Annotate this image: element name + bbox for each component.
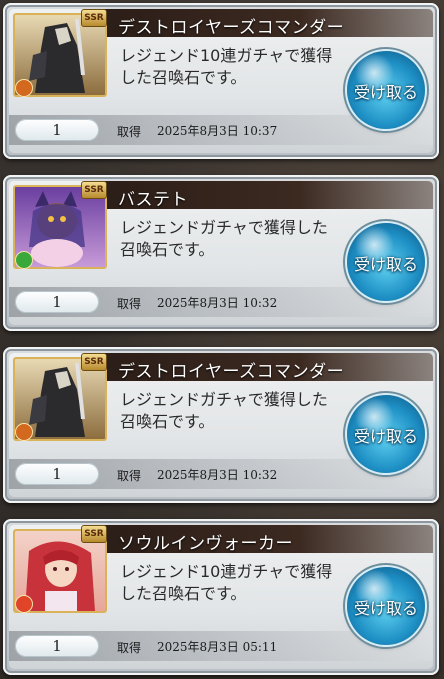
summon-name: デストロイヤーズコマンダー xyxy=(118,18,345,38)
summon-name: ソウルインヴォーカー xyxy=(118,534,293,554)
summon-card: SSR ソウルインヴォーカー レジェンド10連ガチャで獲得した召喚石です。 1 … xyxy=(3,519,439,675)
receive-button-label: 受け取る xyxy=(353,255,418,274)
receive-button-label: 受け取る xyxy=(353,427,418,446)
rarity-badge: SSR xyxy=(81,525,107,543)
rarity-badge: SSR xyxy=(81,181,107,199)
summon-description: レジェンドガチャで獲得した召喚石です。 xyxy=(120,390,328,431)
acquired-label: 取得 xyxy=(117,641,142,655)
summon-name: デストロイヤーズコマンダー xyxy=(118,362,345,382)
summon-description: レジェンドガチャで獲得した召喚石です。 xyxy=(120,218,328,259)
fire-element-icon xyxy=(15,423,33,441)
summon-name: バステト xyxy=(118,190,188,210)
fire-element-icon xyxy=(15,595,33,613)
count-badge: 1 xyxy=(15,635,99,657)
count-badge: 1 xyxy=(15,463,99,485)
acquired-date: 2025年8月3日 10:32 xyxy=(157,468,278,482)
acquired-label: 取得 xyxy=(117,469,142,483)
receive-button-label: 受け取る xyxy=(353,599,418,618)
rarity-badge: SSR xyxy=(81,353,107,371)
receive-button[interactable]: 受け取る xyxy=(347,567,425,645)
summon-card: SSR バステト レジェンドガチャで獲得した召喚石です。 1 取得 2025年8… xyxy=(3,175,439,331)
fire-element-icon xyxy=(15,79,33,97)
acquired-label: 取得 xyxy=(117,125,142,139)
summon-card: SSR デストロイヤーズコマンダー レジェンド10連ガチャで獲得した召喚石です。… xyxy=(3,3,439,159)
count-badge: 1 xyxy=(15,119,99,141)
summon-description: レジェンド10連ガチャで獲得した召喚石です。 xyxy=(120,562,333,603)
count-badge: 1 xyxy=(15,291,99,313)
summon-description: レジェンド10連ガチャで獲得した召喚石です。 xyxy=(120,46,333,87)
receive-button[interactable]: 受け取る xyxy=(347,395,425,473)
receive-button[interactable]: 受け取る xyxy=(347,51,425,129)
acquired-date: 2025年8月3日 05:11 xyxy=(157,640,278,654)
wind-element-icon xyxy=(15,251,33,269)
receive-button[interactable]: 受け取る xyxy=(347,223,425,301)
acquired-label: 取得 xyxy=(117,297,142,311)
rarity-badge: SSR xyxy=(81,9,107,27)
acquired-date: 2025年8月3日 10:37 xyxy=(157,124,278,138)
receive-button-label: 受け取る xyxy=(353,83,418,102)
acquired-date: 2025年8月3日 10:32 xyxy=(157,296,278,310)
summon-card: SSR デストロイヤーズコマンダー レジェンドガチャで獲得した召喚石です。 1 … xyxy=(3,347,439,503)
